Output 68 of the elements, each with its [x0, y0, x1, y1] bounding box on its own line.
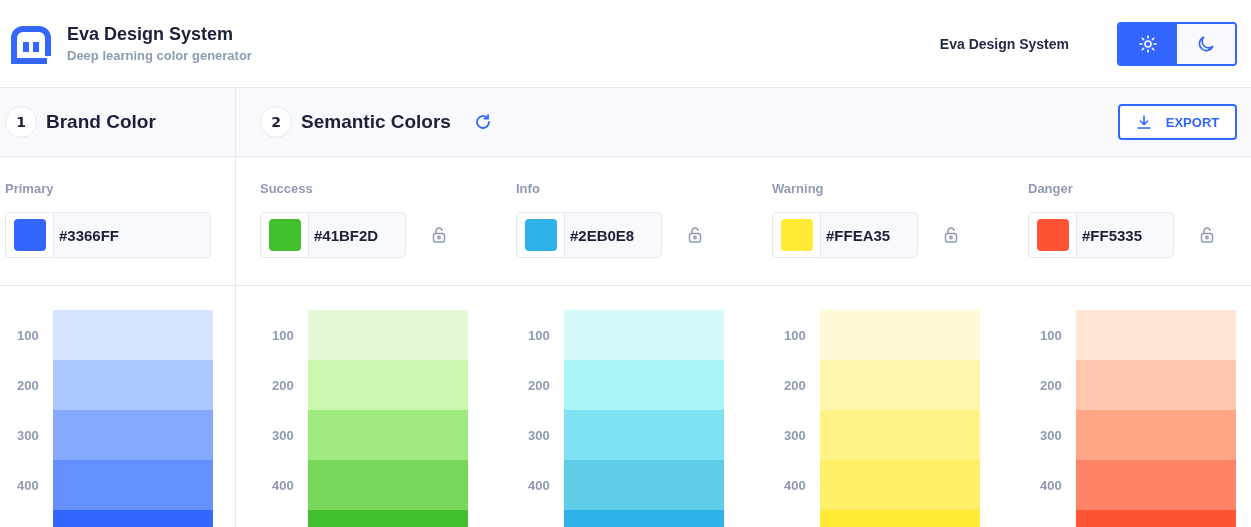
shade-label: 300	[783, 427, 807, 443]
light-theme-button[interactable]	[1119, 23, 1177, 64]
shade-label: 100	[271, 327, 295, 343]
palette-name: Warning	[772, 181, 825, 196]
color-swatch[interactable]	[1076, 460, 1236, 510]
shade-label: 300	[271, 427, 295, 443]
color-swatch[interactable]	[308, 460, 468, 510]
color-swatch[interactable]	[820, 460, 980, 510]
shade-label: 100	[16, 327, 40, 343]
color-swatch[interactable]	[1076, 410, 1236, 460]
step-title: Brand Color	[46, 111, 156, 133]
shade-label: 300	[527, 427, 551, 443]
color-swatch[interactable]	[308, 410, 468, 460]
shade-label: 200	[783, 377, 807, 393]
shade-label: 200	[1039, 377, 1063, 393]
moon-icon	[1197, 34, 1215, 53]
color-swatch[interactable]	[53, 360, 213, 410]
shade-label: 400	[527, 477, 551, 493]
color-swatch[interactable]	[820, 360, 980, 410]
shade-label: 400	[783, 477, 807, 493]
color-swatch[interactable]	[53, 460, 213, 510]
brand-title: Eva Design System	[67, 24, 235, 45]
shade-label: 400	[1039, 477, 1063, 493]
shade-label: 100	[1039, 327, 1063, 343]
palette-name: Danger	[1028, 181, 1074, 196]
shade-label: 400	[16, 477, 40, 493]
color-swatch[interactable]	[820, 410, 980, 460]
color-input[interactable]: #FFEA35	[772, 212, 918, 258]
export-button[interactable]: EXPORT	[1118, 104, 1237, 140]
shade-label: 300	[1039, 427, 1063, 443]
shade-label: 200	[271, 377, 295, 393]
padlock-icon[interactable]	[1200, 227, 1214, 243]
color-swatch[interactable]	[564, 310, 724, 360]
color-swatch[interactable]	[564, 460, 724, 510]
padlock-icon[interactable]	[688, 227, 702, 243]
color-swatch[interactable]	[564, 360, 724, 410]
color-input[interactable]: #2EB0E8	[516, 212, 662, 258]
shade-label: 300	[16, 427, 40, 443]
shade-label: 200	[527, 377, 551, 393]
padlock-icon[interactable]	[432, 227, 446, 243]
shade-label: 400	[271, 477, 295, 493]
padlock-icon[interactable]	[944, 227, 958, 243]
color-swatch[interactable]	[820, 310, 980, 360]
brand-subtitle: Deep learning color generator	[67, 48, 252, 63]
shade-label: 200	[16, 377, 40, 393]
step-number: 1	[5, 106, 37, 138]
refresh-icon[interactable]	[473, 113, 492, 131]
nav-link[interactable]: Eva Design System	[939, 35, 1069, 52]
step-number: 2	[260, 106, 292, 138]
color-swatch[interactable]	[564, 410, 724, 460]
dark-theme-button[interactable]	[1177, 23, 1235, 64]
step-title: Semantic Colors	[301, 111, 451, 133]
color-swatch[interactable]	[53, 310, 213, 360]
color-swatch[interactable]	[1076, 310, 1236, 360]
color-swatch[interactable]	[1076, 360, 1236, 410]
color-swatch[interactable]	[308, 360, 468, 410]
palette-name: Success	[260, 181, 314, 196]
palette-name: Primary	[5, 181, 55, 196]
color-input[interactable]: #41BF2D	[260, 212, 406, 258]
color-swatch[interactable]	[308, 310, 468, 360]
palette-name: Info	[516, 181, 541, 196]
shade-label: 100	[783, 327, 807, 343]
sun-icon	[1139, 34, 1157, 53]
download-icon	[1135, 114, 1152, 130]
shade-label: 100	[527, 327, 551, 343]
color-swatch[interactable]	[53, 410, 213, 460]
color-input[interactable]: #3366FF	[5, 212, 211, 258]
color-input[interactable]: #FF5335	[1028, 212, 1174, 258]
